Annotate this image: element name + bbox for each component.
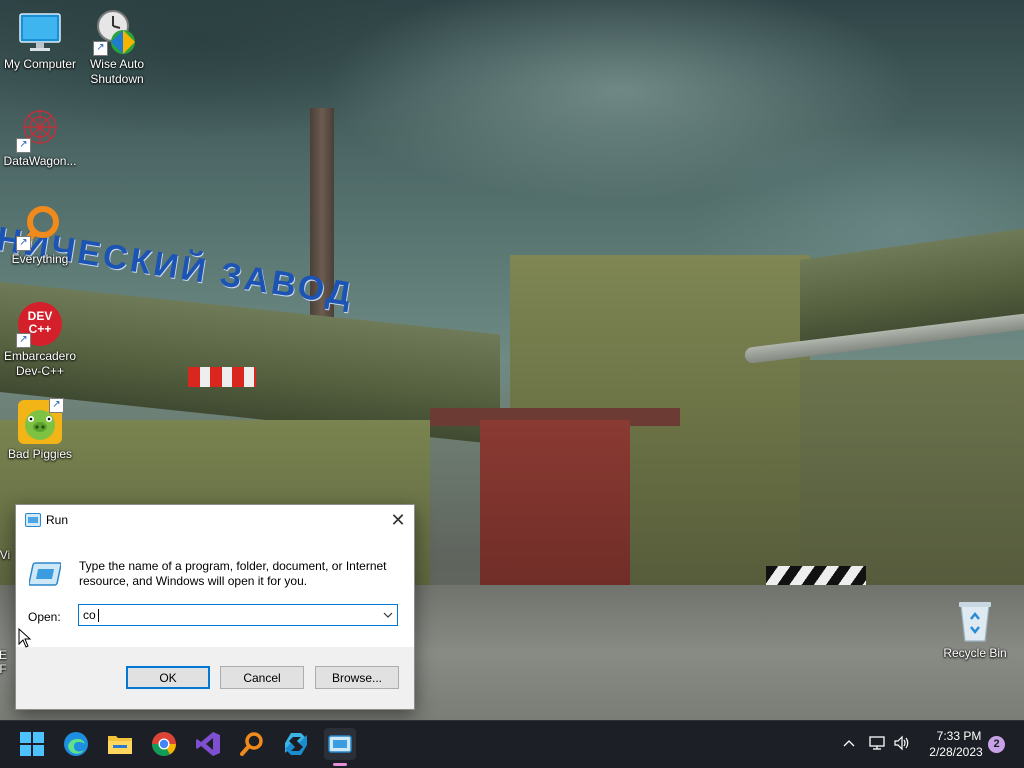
- taskbar-everything[interactable]: [236, 728, 268, 760]
- cancel-button[interactable]: Cancel: [220, 666, 304, 689]
- taskbar-app[interactable]: [280, 728, 312, 760]
- desktop-icon-wise-auto-shutdown[interactable]: ↗ Wise Auto Shutdown: [77, 8, 157, 87]
- desktop-icon-label: Everything: [11, 252, 69, 266]
- devcpp-icon: DEV C++ ↗: [16, 300, 64, 348]
- network-button[interactable]: [869, 735, 887, 754]
- taskbar-chrome[interactable]: [148, 728, 180, 760]
- shortcut-arrow-icon: ↗: [93, 41, 108, 56]
- datawagon-icon: ↗: [16, 105, 64, 153]
- open-label: Open:: [28, 610, 61, 624]
- taskbar-file-explorer[interactable]: [104, 728, 136, 760]
- desktop-icon-datawagon[interactable]: ↗ DataWagon...: [0, 105, 80, 169]
- wallpaper-factory: [800, 360, 1024, 585]
- active-app-indicator: [333, 763, 347, 766]
- desktop-icon-my-computer[interactable]: My Computer: [0, 8, 80, 72]
- everything-search-icon: [240, 732, 263, 756]
- run-icon: [328, 735, 352, 753]
- shortcut-arrow-icon: ↗: [16, 236, 31, 251]
- notification-badge[interactable]: 2: [988, 736, 1005, 753]
- desktop-icon-label: Wise Auto Shutdown: [89, 57, 145, 86]
- desktop-icon-recycle-bin[interactable]: Recycle Bin: [935, 597, 1015, 661]
- file-explorer-icon: [108, 736, 132, 754]
- visual-studio-icon: [196, 732, 220, 756]
- recycle-bin-icon: [951, 597, 999, 645]
- start-button[interactable]: [16, 728, 48, 760]
- clock-date[interactable]: 2/28/2023: [922, 745, 990, 759]
- open-dropdown-button[interactable]: [379, 605, 397, 625]
- wallpaper-red-stripe: [188, 367, 256, 387]
- network-icon: [869, 736, 885, 750]
- taskbar-visual-studio[interactable]: [192, 728, 224, 760]
- ok-button[interactable]: OK: [126, 666, 210, 689]
- speaker-icon: [894, 735, 909, 751]
- taskbar-run[interactable]: [324, 728, 356, 760]
- clock-time[interactable]: 7:33 PM: [928, 729, 990, 743]
- browse-button[interactable]: Browse...: [315, 666, 399, 689]
- run-dialog: Run ✕ Type the name of a program, folder…: [15, 504, 415, 710]
- clock-shield-icon: ↗: [93, 8, 141, 56]
- close-button[interactable]: ✕: [382, 505, 414, 535]
- shortcut-arrow-icon: ↗: [16, 333, 31, 348]
- open-combobox[interactable]: co: [78, 604, 398, 626]
- desktop-icon-label: Recycle Bin: [943, 646, 1007, 660]
- desktop-icon-label: DataWagon...: [3, 154, 77, 168]
- monitor-icon: [16, 8, 64, 56]
- run-dialog-title: Run: [46, 513, 69, 527]
- open-input[interactable]: co: [83, 608, 96, 622]
- run-program-icon: [28, 560, 62, 588]
- run-icon: [25, 513, 41, 527]
- shortcut-arrow-icon: ↗: [49, 398, 64, 413]
- desktop-icon-label: My Computer: [3, 57, 77, 71]
- wallpaper-booth: [480, 420, 630, 600]
- app-icon: [285, 733, 307, 755]
- taskbar-edge[interactable]: [60, 728, 92, 760]
- desktop-icon-bad-piggies[interactable]: ↗ Bad Piggies: [0, 398, 80, 462]
- mouse-cursor-icon: [18, 628, 32, 648]
- run-dialog-body: Type the name of a program, folder, docu…: [16, 535, 414, 647]
- pig-icon: ↗: [16, 398, 64, 446]
- desktop-icon-embarcadero-dev-cpp[interactable]: DEV C++ ↗ Embarcadero Dev-C++: [0, 300, 80, 379]
- desktop-icon-label: Embarcadero Dev-C++: [3, 349, 77, 378]
- text-caret: [98, 609, 99, 622]
- windows-start-icon: [20, 732, 44, 756]
- edge-icon: [64, 732, 88, 756]
- desktop-icon-everything[interactable]: ↗ Everything: [0, 203, 80, 267]
- chrome-icon: [152, 732, 176, 757]
- chevron-down-icon: [383, 612, 393, 618]
- run-titlebar[interactable]: Run ✕: [16, 505, 414, 535]
- chevron-up-icon: [843, 740, 855, 747]
- shortcut-arrow-icon: ↗: [16, 138, 31, 153]
- volume-button[interactable]: [893, 735, 911, 754]
- show-hidden-icons-button[interactable]: [842, 736, 856, 753]
- desktop-icon-label: Bad Piggies: [7, 447, 73, 461]
- magnifier-icon: ↗: [16, 203, 64, 251]
- close-icon: ✕: [390, 509, 406, 530]
- run-description: Type the name of a program, folder, docu…: [79, 559, 387, 588]
